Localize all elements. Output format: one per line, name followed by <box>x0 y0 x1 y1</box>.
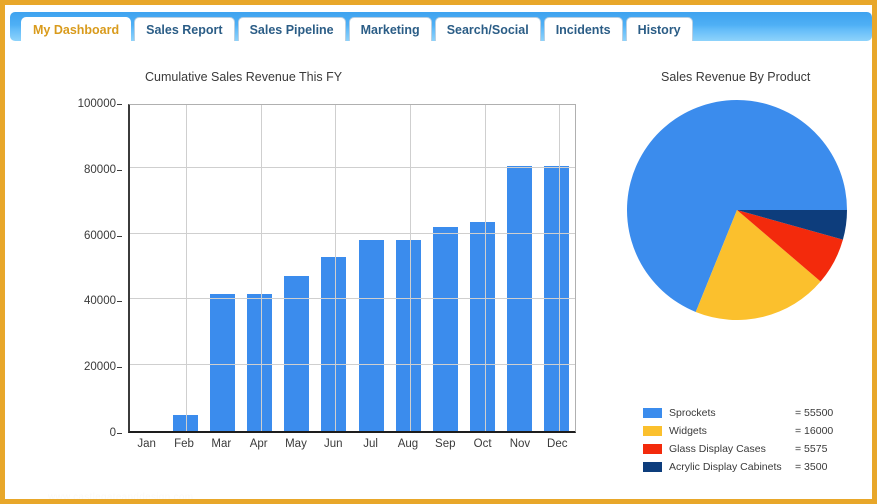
bar-jun[interactable] <box>321 257 346 431</box>
x-axis-tick-label: May <box>283 438 308 450</box>
pie-legend: Sprockets = 55500 Widgets = 16000 Glass Disp… <box>643 405 868 477</box>
legend-color-swatch <box>643 426 662 436</box>
x-axis-tick-label: Feb <box>171 438 196 450</box>
y-axis-tick-mark <box>117 104 122 105</box>
y-axis-tick-label: 80000 <box>84 164 116 176</box>
tab-label: Sales Report <box>146 23 222 37</box>
dashboard-window: My Dashboard Sales Report Sales Pipeline… <box>0 0 877 504</box>
gridline-vertical <box>559 105 560 431</box>
y-axis-tick-mark <box>117 301 122 302</box>
bar-mar[interactable] <box>210 294 235 431</box>
bar-oct[interactable] <box>470 222 495 431</box>
legend-item[interactable]: Glass Display Cases = 5575 <box>643 441 868 457</box>
gridline-vertical <box>261 105 262 431</box>
tab-history[interactable]: History <box>626 17 693 41</box>
x-axis-tick-label: Jul <box>358 438 383 450</box>
legend-item-value: = 3500 <box>795 461 827 473</box>
dashboard-content: Cumulative Sales Revenue This FY Sales R… <box>10 41 872 499</box>
bar-aug[interactable] <box>396 240 421 431</box>
x-axis-tick-label: Jan <box>134 438 159 450</box>
tab-strip: My Dashboard Sales Report Sales Pipeline… <box>10 12 872 41</box>
legend-item-label: Acrylic Display Cabinets <box>669 461 782 473</box>
bar-chart-y-axis: 020000400006000080000100000 <box>46 101 122 433</box>
bar-may[interactable] <box>284 276 309 431</box>
bar-jul[interactable] <box>359 240 384 431</box>
cumulative-sales-bar-chart: 0 20000 40000 60000 80000 100000 Jan Feb Mar Apr… <box>46 101 576 471</box>
tab-search-social[interactable]: Search/Social <box>435 17 541 41</box>
y-axis-tick-label: 100000 <box>78 98 116 110</box>
tab-label: Sales Pipeline <box>250 23 334 37</box>
tab-my-dashboard[interactable]: My Dashboard <box>21 17 131 41</box>
x-axis-tick-label: Mar <box>209 438 234 450</box>
x-axis-tick-label: Dec <box>545 438 570 450</box>
legend-item-value: = 5575 <box>795 443 827 455</box>
tab-label: Marketing <box>361 23 420 37</box>
y-axis-tick-label: 20000 <box>84 361 116 373</box>
x-axis-tick-label: Sep <box>433 438 458 450</box>
site-watermark: www.castlegateanddesign.com <box>48 492 193 503</box>
x-axis-tick-label: Jun <box>321 438 346 450</box>
gridline-horizontal <box>130 233 575 234</box>
tab-label: History <box>638 23 681 37</box>
tab-sales-pipeline[interactable]: Sales Pipeline <box>238 17 346 41</box>
y-axis-tick-label: 0 <box>110 427 116 439</box>
gridline-vertical <box>335 105 336 431</box>
legend-item-label: Widgets <box>669 425 707 437</box>
x-axis-tick-label: Nov <box>507 438 532 450</box>
x-axis-tick-label: Oct <box>470 438 495 450</box>
legend-item-value: = 16000 <box>795 425 833 437</box>
y-axis-tick-mark <box>117 236 122 237</box>
y-axis-tick-label: 60000 <box>84 230 116 242</box>
legend-color-swatch <box>643 444 662 454</box>
bar-sep[interactable] <box>433 227 458 431</box>
y-axis-tick-mark <box>117 433 122 434</box>
gridline-vertical <box>410 105 411 431</box>
y-axis-tick-mark <box>117 170 122 171</box>
gridline-vertical <box>186 105 187 431</box>
tab-label: Search/Social <box>447 23 529 37</box>
x-axis-tick-label: Aug <box>395 438 420 450</box>
tab-marketing[interactable]: Marketing <box>349 17 432 41</box>
pie-slices <box>627 100 847 320</box>
y-axis-tick-label: 40000 <box>84 295 116 307</box>
pie-graphic <box>627 100 847 320</box>
bar-chart-plot-area <box>128 104 576 433</box>
bar-chart-title: Cumulative Sales Revenue This FY <box>145 70 342 84</box>
x-axis-tick-label: Apr <box>246 438 271 450</box>
legend-color-swatch <box>643 408 662 418</box>
gridline-horizontal <box>130 364 575 365</box>
gridline-vertical <box>485 105 486 431</box>
legend-color-swatch <box>643 462 662 472</box>
legend-item[interactable]: Widgets = 16000 <box>643 423 868 439</box>
gridline-horizontal <box>130 298 575 299</box>
gridline-horizontal <box>130 167 575 168</box>
bar-series <box>130 105 575 431</box>
tab-label: My Dashboard <box>33 23 119 37</box>
y-axis-tick-mark <box>117 367 122 368</box>
legend-item-value: = 55500 <box>795 407 833 419</box>
bar-chart-x-axis: Jan Feb Mar Apr May Jun Jul Aug Sep Oct Nov Dec <box>128 438 576 450</box>
tab-label: Incidents <box>556 23 611 37</box>
pie-chart-title: Sales Revenue By Product <box>661 70 810 84</box>
sales-by-product-pie-chart: Sprockets = 55500 Widgets = 16000 Glass Disp… <box>618 96 868 471</box>
tab-incidents[interactable]: Incidents <box>544 17 623 41</box>
tab-sales-report[interactable]: Sales Report <box>134 17 234 41</box>
legend-item[interactable]: Acrylic Display Cabinets = 3500 <box>643 459 868 475</box>
legend-item-label: Glass Display Cases <box>669 443 766 455</box>
legend-item-label: Sprockets <box>669 407 716 419</box>
legend-item[interactable]: Sprockets = 55500 <box>643 405 868 421</box>
